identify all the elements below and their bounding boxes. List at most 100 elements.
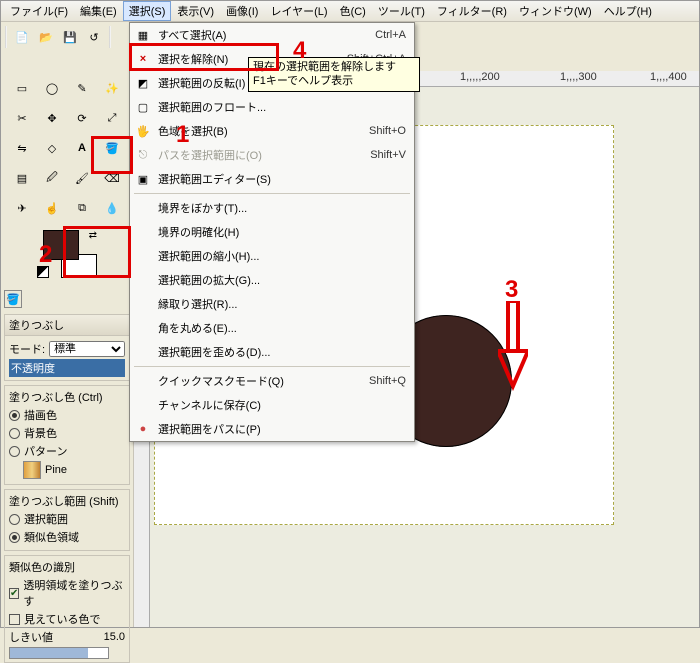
radio-bg-label: 背景色 — [24, 425, 57, 441]
menu-separator — [134, 366, 410, 367]
menu-window[interactable]: ウィンドウ(W) — [513, 1, 598, 21]
save-icon[interactable]: 💾 — [61, 28, 79, 46]
tool-perspective[interactable]: ◇ — [38, 134, 66, 162]
menu-distort[interactable]: 選択範囲を歪める(D)... — [130, 340, 414, 364]
menu-color[interactable]: 色(C) — [334, 1, 372, 21]
float-icon: ▢ — [135, 101, 151, 114]
mode-select[interactable]: 標準 — [49, 341, 125, 357]
menu-separator — [134, 193, 410, 194]
color-swatches: ⇄ — [37, 230, 97, 278]
tool-options-tab[interactable]: 🪣 — [4, 290, 22, 308]
menu-shrink[interactable]: 選択範囲の縮小(H)... — [130, 244, 414, 268]
foreground-color-swatch[interactable] — [43, 230, 79, 260]
reset-colors-icon[interactable] — [37, 266, 49, 278]
tool-fuzzy-select[interactable]: ✨ — [98, 74, 126, 102]
menu-item-label: 選択範囲の拡大(G)... — [158, 272, 260, 288]
swap-colors-icon[interactable]: ⇄ — [89, 230, 97, 241]
tool-move[interactable]: ✥ — [38, 104, 66, 132]
toolbar-separator — [109, 26, 111, 48]
menu-item-label: 選択範囲の反転(I) — [158, 75, 245, 91]
pattern-name: Pine — [45, 464, 67, 476]
menu-topath[interactable]: ●選択範囲をパスに(P) — [130, 417, 414, 441]
menu-sharpen[interactable]: 境界の明確化(H) — [130, 220, 414, 244]
menu-feather[interactable]: 境界をぼかす(T)... — [130, 196, 414, 220]
panel-title: 塗りつぶし — [5, 315, 129, 336]
menu-item-label: 選択範囲エディター(S) — [158, 171, 271, 187]
tool-crop[interactable]: ✂ — [8, 104, 36, 132]
path-icon: ⎋ — [135, 149, 151, 162]
tool-flip[interactable]: ⇋ — [8, 134, 36, 162]
threshold-value: 15.0 — [104, 631, 125, 643]
menu-select-frompath: ⎋パスを選択範囲に(O)Shift+V — [130, 143, 414, 167]
menu-item-label: 選択を解除(N) — [158, 51, 228, 67]
radio-pattern[interactable] — [9, 446, 20, 457]
bycolor-icon: 🖐 — [135, 125, 151, 138]
tool-text[interactable]: A — [68, 134, 96, 162]
threshold-slider[interactable] — [9, 647, 109, 659]
menu-filter[interactable]: フィルター(R) — [431, 1, 513, 21]
menu-item-label: チャンネルに保存(C) — [158, 397, 261, 413]
invert-icon: ◩ — [135, 77, 151, 90]
pattern-swatch[interactable] — [23, 461, 41, 479]
menu-view[interactable]: 表示(V) — [171, 1, 220, 21]
open-file-icon[interactable]: 📂 — [37, 28, 55, 46]
cancel-icon: × — [135, 53, 151, 65]
similar-title: 類似色の識別 — [9, 559, 125, 575]
menu-tochannel[interactable]: チャンネルに保存(C) — [130, 393, 414, 417]
radio-pattern-label: パターン — [24, 443, 67, 459]
tool-bucket-fill[interactable]: 🪣 — [98, 134, 126, 162]
tool-free-select[interactable]: ✎ — [68, 74, 96, 102]
menu-select-bycolor[interactable]: 🖐色域を選択(B)Shift+O — [130, 119, 414, 143]
tool-gradient[interactable]: ▤ — [8, 164, 36, 192]
new-file-icon[interactable]: 📄 — [13, 28, 31, 46]
toolbar-separator — [5, 26, 7, 48]
fill-area-panel: 塗りつぶし範囲 (Shift) 選択範囲 類似色領域 — [4, 489, 130, 551]
menu-border[interactable]: 縁取り選択(R)... — [130, 292, 414, 316]
menu-item-label: 境界の明確化(H) — [158, 224, 239, 240]
tool-ellipse-select[interactable]: ◯ — [38, 74, 66, 102]
radio-selection-label: 選択範囲 — [24, 511, 68, 527]
radio-selection[interactable] — [9, 514, 20, 525]
menu-file[interactable]: ファイル(F) — [4, 1, 74, 21]
check-visible[interactable] — [9, 614, 20, 625]
tool-eraser[interactable]: ⌫ — [98, 164, 126, 192]
radio-fg[interactable] — [9, 410, 20, 421]
menu-rounded[interactable]: 角を丸める(E)... — [130, 316, 414, 340]
tool-options-panel: 塗りつぶし モード: 標準 不透明度 — [4, 314, 130, 381]
menu-image[interactable]: 画像(I) — [220, 1, 264, 21]
tool-brush[interactable]: 🖌 — [68, 164, 96, 192]
opacity-label: 不透明度 — [9, 359, 125, 377]
tool-airbrush[interactable]: ✈ — [8, 194, 36, 222]
check-transparent[interactable]: ✔ — [9, 588, 19, 599]
menu-tools[interactable]: ツール(T) — [372, 1, 431, 21]
menu-help[interactable]: ヘルプ(H) — [598, 1, 658, 21]
fillwith-title: 塗りつぶし色 (Ctrl) — [9, 389, 125, 405]
tool-smudge[interactable]: ☝ — [38, 194, 66, 222]
menu-select[interactable]: 選択(S) — [123, 1, 172, 21]
radio-bg[interactable] — [9, 428, 20, 439]
menu-item-label: クイックマスクモード(Q) — [158, 373, 284, 389]
menu-shortcut: Ctrl+A — [375, 29, 406, 41]
menu-grow[interactable]: 選択範囲の拡大(G)... — [130, 268, 414, 292]
check-transparent-label: 透明領域を塗りつぶす — [23, 577, 125, 609]
tool-rect-select[interactable]: ▭ — [8, 74, 36, 102]
check-visible-label: 見えている色で — [24, 611, 100, 627]
menu-item-label: 角を丸める(E)... — [158, 320, 237, 336]
menu-select-all[interactable]: ▦すべて選択(A)Ctrl+A — [130, 23, 414, 47]
menu-layer[interactable]: レイヤー(L) — [264, 1, 333, 21]
menu-select-float[interactable]: ▢選択範囲のフロート... — [130, 95, 414, 119]
menu-item-label: 境界をぼかす(T)... — [158, 200, 247, 216]
tool-dodge[interactable]: 💧 — [98, 194, 126, 222]
tool-clone[interactable]: ⧉ — [68, 194, 96, 222]
fillarea-title: 塗りつぶし範囲 (Shift) — [9, 493, 125, 509]
tooltip-line1: 現在の選択範囲を解除します — [253, 60, 415, 74]
menubar: ファイル(F) 編集(E) 選択(S) 表示(V) 画像(I) レイヤー(L) … — [1, 1, 699, 22]
menu-quickmask[interactable]: クイックマスクモード(Q)Shift+Q — [130, 369, 414, 393]
radio-similar[interactable] — [9, 532, 20, 543]
menu-select-editor[interactable]: ▣選択範囲エディター(S) — [130, 167, 414, 191]
tool-scale[interactable]: ⤢ — [98, 104, 126, 132]
menu-edit[interactable]: 編集(E) — [74, 1, 123, 21]
revert-icon[interactable]: ↺ — [85, 28, 103, 46]
tool-rotate[interactable]: ⟳ — [68, 104, 96, 132]
tool-pencil[interactable]: 🖉 — [38, 164, 66, 192]
